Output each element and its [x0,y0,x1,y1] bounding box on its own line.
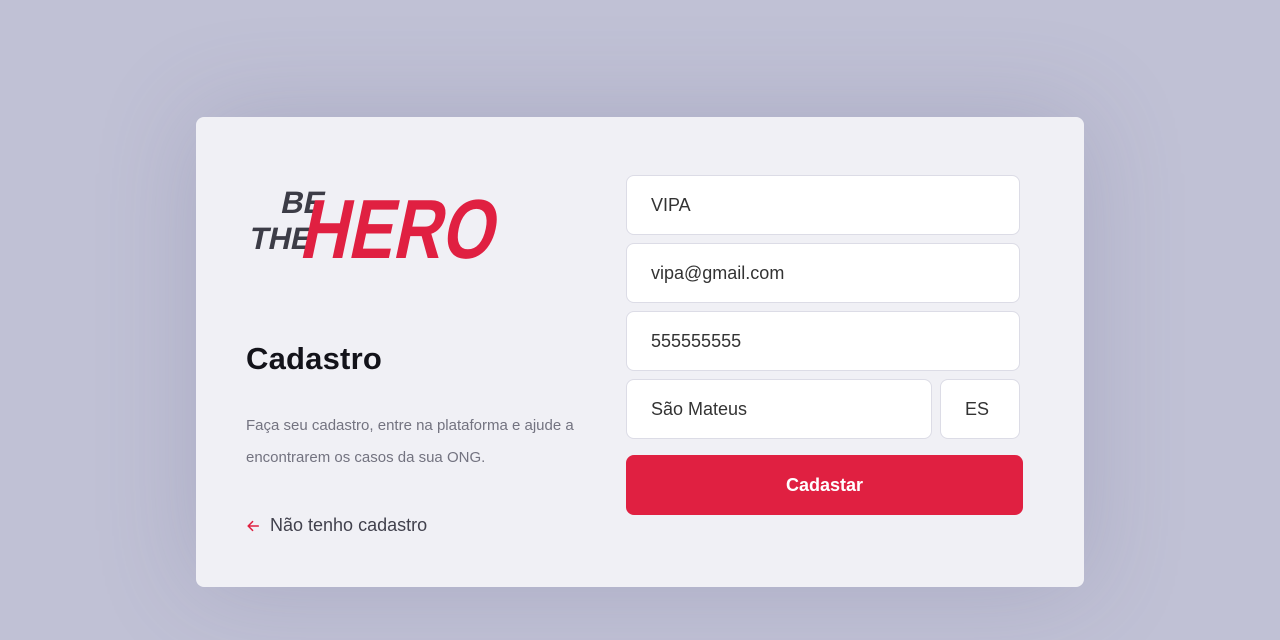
logo-graphic: BE THE HERO [247,182,498,275]
page-description: Faça seu cadastro, entre na plataforma e… [246,417,574,466]
register-form: Cadastar [626,175,1023,515]
back-link[interactable]: Não tenho cadastro [246,515,427,536]
register-card: BE THE HERO Cadastro Faça seu cadastro, … [196,117,1084,587]
be-the-hero-logo: BE THE HERO [246,165,498,275]
whatsapp-input[interactable] [626,311,1020,371]
intro-section: BE THE HERO Cadastro Faça seu cadastro, … [246,117,586,587]
page-title: Cadastro [246,341,382,376]
city-input[interactable] [626,379,932,439]
arrow-left-icon [246,519,260,533]
back-link-label: Não tenho cadastro [270,515,428,535]
ong-name-input[interactable] [626,175,1020,235]
location-row [626,379,1020,447]
register-button[interactable]: Cadastar [626,455,1023,515]
email-input[interactable] [626,243,1020,303]
logo-hero-text: HERO [294,182,498,275]
uf-input[interactable] [940,379,1020,439]
